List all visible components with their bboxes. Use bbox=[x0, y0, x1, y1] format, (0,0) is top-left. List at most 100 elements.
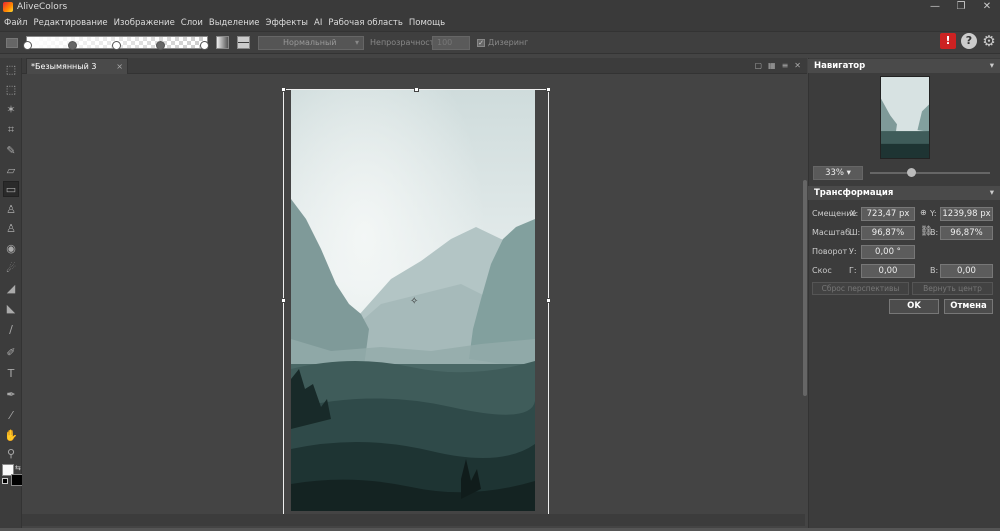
close-window-button[interactable]: ✕ bbox=[974, 0, 1000, 14]
dither-label: Дизеринг bbox=[488, 38, 529, 47]
brush-tool-icon[interactable]: ✎ bbox=[3, 143, 19, 159]
dither-checkbox[interactable]: ✓ bbox=[477, 39, 485, 47]
skew-horizontal-input[interactable]: 0,00 bbox=[861, 264, 915, 278]
hand-tool-icon[interactable]: ✋ bbox=[3, 428, 19, 444]
transform-handle-top-right[interactable] bbox=[546, 87, 551, 92]
zoom-level-select[interactable]: 33% ▾ bbox=[813, 166, 863, 180]
ok-button[interactable]: OK bbox=[889, 299, 939, 314]
horizontal-scrollbar[interactable] bbox=[22, 514, 805, 526]
navigator-header[interactable]: Навигатор ▾ bbox=[808, 59, 1000, 73]
gradient-type-icon[interactable] bbox=[237, 36, 250, 49]
scale-width-label: Ш: bbox=[849, 228, 861, 237]
grid-view-icon[interactable]: ▦ bbox=[768, 58, 776, 74]
title-bar: AliveColors — ❐ ✕ bbox=[0, 0, 1000, 14]
eyedropper-tool-icon[interactable]: ⁄ bbox=[3, 408, 19, 424]
smart-brush-tool-icon[interactable]: ◣ bbox=[3, 301, 19, 317]
maximize-button[interactable]: ❐ bbox=[948, 0, 974, 14]
scale-width-input[interactable]: 96,87% bbox=[861, 226, 915, 240]
skew-horizontal-label: Г: bbox=[849, 266, 857, 275]
skew-vertical-input[interactable]: 0,00 bbox=[940, 264, 993, 278]
scale-height-input[interactable]: 96,87% bbox=[940, 226, 993, 240]
gradient-stop[interactable] bbox=[68, 41, 77, 50]
zoom-slider-handle[interactable] bbox=[907, 168, 916, 177]
menu-workspace[interactable]: Рабочая область bbox=[328, 18, 403, 28]
menu-layers[interactable]: Слои bbox=[181, 18, 203, 28]
scale-height-label: В: bbox=[930, 228, 939, 237]
zoom-slider-track[interactable] bbox=[870, 172, 990, 174]
chevron-down-icon: ▾ bbox=[989, 61, 994, 71]
crop-tool-icon[interactable]: ⌗ bbox=[3, 122, 19, 138]
offset-x-label: X: bbox=[850, 209, 859, 218]
magic-wand-tool-icon[interactable]: ✶ bbox=[3, 102, 19, 118]
zoom-level-value: 33% bbox=[825, 168, 844, 178]
transform-header[interactable]: Трансформация ▾ bbox=[808, 186, 1000, 200]
link-offset-icon[interactable]: ⊕ bbox=[920, 208, 927, 217]
transform-handle-top[interactable] bbox=[414, 87, 419, 92]
return-center-button[interactable]: Вернуть центр bbox=[912, 282, 993, 295]
transform-handle-left[interactable] bbox=[281, 298, 286, 303]
menu-file[interactable]: Файл bbox=[4, 18, 27, 28]
pencil-tool-icon[interactable]: ✐ bbox=[3, 345, 19, 361]
menu-help[interactable]: Помощь bbox=[409, 18, 445, 28]
menu-image[interactable]: Изображение bbox=[114, 18, 175, 28]
transform-center-icon[interactable]: ✧ bbox=[410, 296, 418, 307]
gradient-tool-icon[interactable]: ▭ bbox=[3, 181, 19, 197]
menu-selection[interactable]: Выделение bbox=[209, 18, 260, 28]
settings-icon[interactable]: ⚙ bbox=[981, 33, 997, 49]
skew-vertical-label: В: bbox=[930, 266, 939, 275]
gradient-stop[interactable] bbox=[112, 41, 121, 50]
help-icon[interactable]: ? bbox=[961, 33, 977, 49]
alert-icon[interactable]: ! bbox=[940, 33, 956, 49]
list-view-icon[interactable]: ≡ bbox=[782, 58, 789, 74]
chevron-down-icon: ▾ bbox=[989, 188, 994, 198]
rotate-angle-input[interactable]: 0,00 ° bbox=[861, 245, 915, 259]
smudge-tool-icon[interactable]: ☄ bbox=[3, 261, 19, 277]
blend-mode-select[interactable]: Нормальный ▾ bbox=[258, 36, 364, 50]
menu-bar: Файл Редактирование Изображение Слои Выд… bbox=[0, 14, 1000, 32]
menu-edit[interactable]: Редактирование bbox=[33, 18, 107, 28]
offset-y-input[interactable]: 1239,98 px bbox=[940, 207, 993, 221]
cancel-button[interactable]: Отмена bbox=[944, 299, 993, 314]
swap-colors-icon[interactable]: ⇆ bbox=[15, 464, 21, 472]
scale-label: Масштаб bbox=[812, 228, 851, 237]
menu-ai[interactable]: AI bbox=[314, 18, 322, 28]
linear-gradient-icon[interactable] bbox=[216, 36, 229, 49]
transform-handle-top-left[interactable] bbox=[281, 87, 286, 92]
navigator-preview-image bbox=[881, 77, 929, 158]
eraser-alt-tool-icon[interactable]: ◢ bbox=[3, 281, 19, 297]
transform-title: Трансформация bbox=[814, 188, 894, 198]
close-document-icon[interactable]: ✕ bbox=[794, 58, 801, 74]
reset-perspective-button[interactable]: Сброс перспективы bbox=[812, 282, 909, 295]
app-logo-icon bbox=[3, 2, 13, 12]
single-view-icon[interactable]: ▢ bbox=[754, 58, 762, 74]
zoom-tool-icon[interactable]: ⚲ bbox=[3, 446, 19, 462]
close-tab-icon[interactable]: × bbox=[116, 59, 123, 74]
gradient-stop[interactable] bbox=[23, 41, 32, 50]
tool-preset-icon[interactable] bbox=[6, 38, 18, 48]
opacity-input[interactable]: 100 bbox=[432, 36, 470, 50]
pen-tool-icon[interactable]: ✒ bbox=[3, 387, 19, 403]
vertical-scrollbar[interactable] bbox=[803, 180, 807, 396]
rotate-angle-label: У: bbox=[849, 247, 857, 256]
minimize-button[interactable]: — bbox=[922, 0, 948, 14]
rotate-label: Поворот bbox=[812, 247, 848, 256]
healing-tool-icon[interactable]: ∕ bbox=[3, 322, 19, 338]
move-tool-icon[interactable]: ⬚ bbox=[3, 62, 19, 78]
offset-x-input[interactable]: 723,47 px bbox=[861, 207, 915, 221]
marquee-tool-icon[interactable]: ⬚ bbox=[3, 82, 19, 98]
navigator-thumbnail[interactable] bbox=[880, 76, 930, 159]
skew-label: Скос bbox=[812, 266, 832, 275]
menu-effects[interactable]: Эффекты bbox=[266, 18, 309, 28]
eraser-tool-icon[interactable]: ▱ bbox=[3, 163, 19, 179]
blur-tool-icon[interactable]: ◉ bbox=[3, 241, 19, 257]
document-tab-bar: *Безымянный 3 × ▢ ▦ ≡ ✕ bbox=[22, 58, 807, 74]
stamp-tool-icon[interactable]: ♙ bbox=[3, 221, 19, 237]
gradient-stop[interactable] bbox=[156, 41, 165, 50]
clone-stamp-tool-icon[interactable]: ♙ bbox=[3, 202, 19, 218]
transform-handle-right[interactable] bbox=[546, 298, 551, 303]
text-tool-icon[interactable]: T bbox=[3, 366, 19, 382]
gradient-stop[interactable] bbox=[200, 41, 209, 50]
reset-colors-icon[interactable] bbox=[2, 478, 8, 484]
document-tab[interactable]: *Безымянный 3 × bbox=[26, 58, 128, 74]
window-controls: — ❐ ✕ bbox=[922, 0, 1000, 14]
